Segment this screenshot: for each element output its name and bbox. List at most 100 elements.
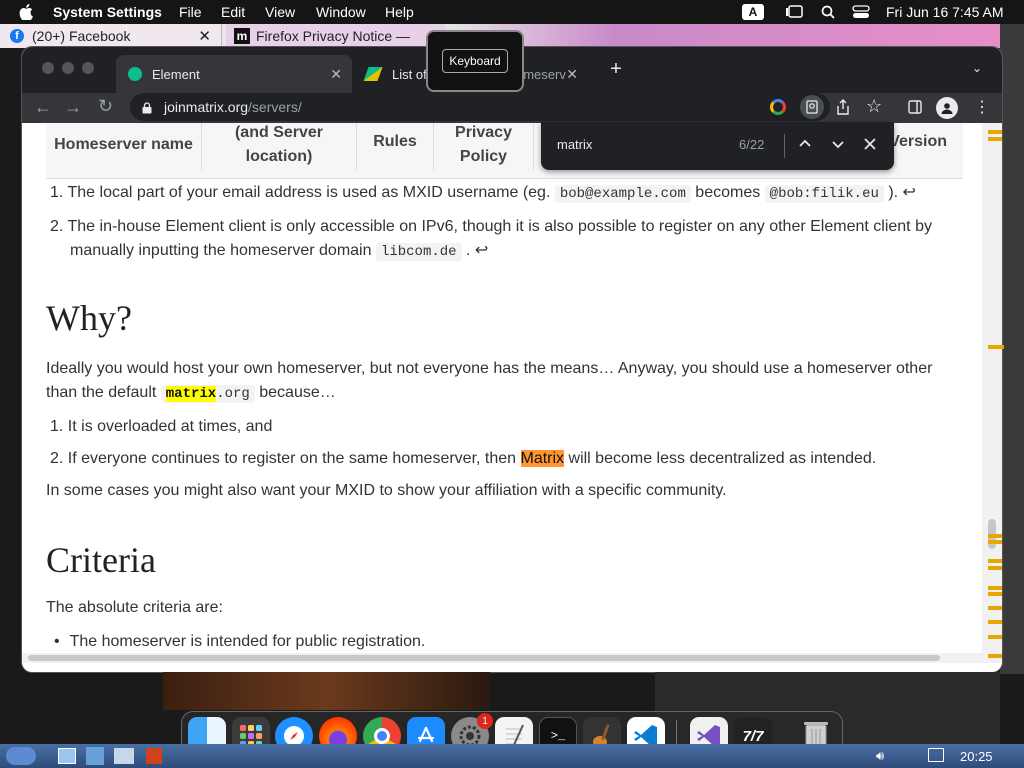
profile-avatar-icon[interactable] xyxy=(936,97,958,119)
why-list: 1. It is overloaded at times, and 2. If … xyxy=(50,415,960,471)
keyboard-tooltip: Keyboard xyxy=(426,30,524,92)
bullet: • xyxy=(54,633,60,650)
horizontal-scroll-thumb[interactable] xyxy=(28,655,940,661)
find-match-count: 6/22 xyxy=(739,137,765,152)
tooltip-label: Keyboard xyxy=(442,49,508,73)
network-icon[interactable] xyxy=(928,748,944,762)
close-icon[interactable]: ✕ xyxy=(566,66,578,83)
forward-arrow-icon[interactable]: → xyxy=(64,97,82,118)
find-input[interactable]: matrix xyxy=(557,137,592,152)
footnote-backlink[interactable]: ). ↩ xyxy=(884,184,916,201)
close-icon[interactable]: ✕ xyxy=(330,66,342,83)
code-inline: .org xyxy=(216,386,250,402)
page-favicon-icon xyxy=(363,67,383,81)
col-privacy-policy: Privacy Policy xyxy=(434,123,534,170)
vertical-scrollbar[interactable] xyxy=(982,123,1002,663)
new-tab-button[interactable]: + xyxy=(606,59,626,79)
bookmark-star-icon[interactable]: ☆ xyxy=(866,96,882,117)
host-taskbar: 🔊︎ 20:25 xyxy=(0,744,1024,768)
why-closing: In some cases you might also want your M… xyxy=(46,482,727,499)
tab-element-title: Element xyxy=(152,66,200,82)
footnote-1: 1. The local part of your email address … xyxy=(50,181,950,206)
footnote-2: 2. The in-house Element client is only a… xyxy=(50,215,960,264)
why-paragraph-line: Ideally you would host your own homeserv… xyxy=(46,360,933,377)
tab-facebook[interactable]: f (20+) Facebook ✕ xyxy=(0,24,222,48)
taskbar-app-icon[interactable] xyxy=(146,748,162,764)
tab-search-icon[interactable]: ⌄ xyxy=(972,61,982,75)
address-bar[interactable]: joinmatrix.org/servers/ xyxy=(130,93,830,121)
tab-facebook-title: (20+) Facebook xyxy=(32,28,131,44)
menu-bar: System Settings File Edit View Window He… xyxy=(0,0,1024,24)
menu-view[interactable]: View xyxy=(265,4,295,20)
why-paragraph-line: because… xyxy=(254,384,336,401)
tab-element[interactable]: Element ✕ xyxy=(116,55,352,93)
facebook-icon: f xyxy=(10,29,24,43)
page-content: Homeserver name (and Server location) Ru… xyxy=(22,123,982,663)
footnote-text: becomes xyxy=(690,184,765,201)
find-next-chevron-down-icon[interactable] xyxy=(830,136,846,155)
menu-window[interactable]: Window xyxy=(316,4,366,20)
tab-firefox-privacy[interactable]: m Firefox Privacy Notice — xyxy=(226,24,446,48)
menu-app-name[interactable]: System Settings xyxy=(53,4,162,20)
list-number: 1. xyxy=(50,418,64,435)
footnote-backlink[interactable]: . ↩ xyxy=(462,242,488,259)
menu-file[interactable]: File xyxy=(179,4,202,20)
background-window-edge xyxy=(1000,24,1024,674)
share-icon[interactable] xyxy=(836,99,850,120)
chrome-menu-icon[interactable]: ⋮ xyxy=(974,97,990,117)
footnote-text: The local part of your email address is … xyxy=(67,184,555,201)
footnote-text: The in-house Element client is only acce… xyxy=(67,218,932,235)
stage-manager-icon[interactable] xyxy=(785,4,803,20)
find-close-icon[interactable] xyxy=(862,136,878,155)
footnote-number: 2. xyxy=(50,218,64,235)
tab-homeserver-title: List of xyxy=(392,66,427,82)
spotlight-search-icon[interactable] xyxy=(820,4,836,20)
apple-menu-icon[interactable] xyxy=(18,3,34,20)
taskbar-window-icon[interactable] xyxy=(114,748,134,764)
volume-icon[interactable]: 🔊︎ xyxy=(876,748,884,764)
window-zoom-button[interactable] xyxy=(82,62,94,74)
list-item-text: It is overloaded at times, and xyxy=(67,418,273,435)
footnote-number: 1. xyxy=(50,184,64,201)
window-close-button[interactable] xyxy=(42,62,54,74)
heading-why: Why? xyxy=(46,298,132,338)
list-item: • The homeserver is intended for public r… xyxy=(54,630,425,654)
why-paragraph: Ideally you would host your own homeserv… xyxy=(46,357,956,406)
notification-badge: 1 xyxy=(477,713,493,729)
code-inline: bob@example.com xyxy=(554,185,691,203)
horizontal-scrollbar[interactable] xyxy=(22,653,982,663)
google-lens-icon[interactable] xyxy=(770,99,786,115)
list-item-text: will become less decentralized as intend… xyxy=(564,450,877,467)
taskbar-app-icon[interactable] xyxy=(86,747,104,765)
control-center-icon[interactable] xyxy=(852,4,870,20)
find-divider xyxy=(784,134,785,158)
url-path: /servers/ xyxy=(248,99,302,115)
reload-icon[interactable]: ↻ xyxy=(98,96,113,117)
list-number: 2. xyxy=(50,450,64,467)
input-source-indicator[interactable]: A xyxy=(742,4,764,20)
find-previous-chevron-up-icon[interactable] xyxy=(797,136,813,155)
col-server-location: (and Server location) xyxy=(202,123,357,170)
url-domain: joinmatrix.org xyxy=(164,99,249,115)
find-in-page-icon[interactable] xyxy=(800,95,824,119)
menu-help[interactable]: Help xyxy=(385,4,414,20)
footnote-text: manually inputting the homeserver domain xyxy=(70,242,376,259)
code-inline: @bob:filik.eu xyxy=(764,185,884,203)
criteria-list: • The homeserver is intended for public r… xyxy=(54,630,425,654)
menu-edit[interactable]: Edit xyxy=(221,4,245,20)
side-panel-icon[interactable] xyxy=(908,100,922,119)
taskbar-clock[interactable]: 20:25 xyxy=(960,749,993,764)
taskbar-window-icon[interactable] xyxy=(58,748,76,764)
list-item-text: If everyone continues to register on the… xyxy=(67,450,521,467)
heading-criteria: Criteria xyxy=(46,540,156,580)
lock-icon xyxy=(142,101,152,114)
back-arrow-icon[interactable]: ← xyxy=(34,97,52,118)
window-minimize-button[interactable] xyxy=(62,62,74,74)
why-paragraph-line: than the default xyxy=(46,384,161,401)
start-button[interactable] xyxy=(6,747,36,765)
col-rules: Rules xyxy=(357,123,434,170)
close-icon[interactable]: ✕ xyxy=(198,27,211,45)
code-inline: libcom.de xyxy=(375,243,462,261)
tab-firefox-title: Firefox Privacy Notice — xyxy=(256,28,411,44)
menubar-clock[interactable]: Fri Jun 16 7:45 AM xyxy=(886,4,1004,20)
